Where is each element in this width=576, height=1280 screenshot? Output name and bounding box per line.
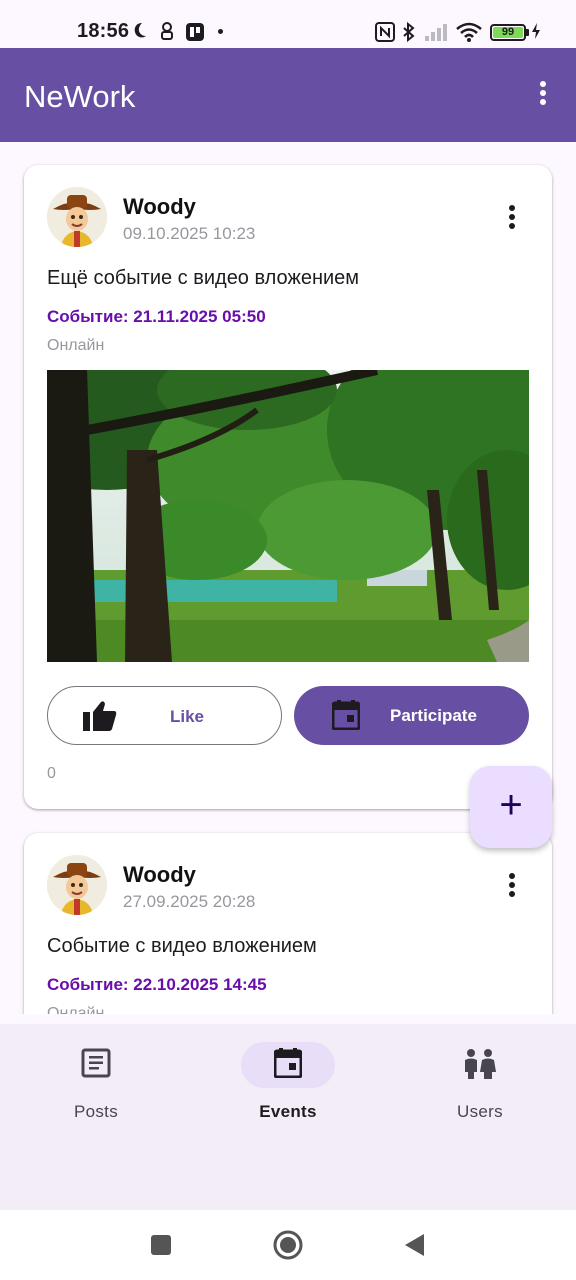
back-icon[interactable] [402,1232,426,1258]
system-navigation-bar [0,1210,576,1280]
charging-icon [532,23,540,39]
video-attachment[interactable] [47,370,529,662]
home-icon[interactable] [272,1229,304,1261]
moon-icon [134,23,146,38]
signal-icon [425,24,447,41]
participate-label: Participate [390,706,477,725]
nav-label: Users [457,1102,503,1121]
people-icon [420,1048,540,1082]
top-app-bar: NeWork [0,48,576,142]
app-title: NeWork [24,79,136,114]
events-feed[interactable]: Woody 09.10.2025 10:23 Ещё событие с вид… [0,142,576,1014]
wifi-icon [456,22,482,42]
participate-button[interactable]: Participate [294,686,529,745]
event-content: Ещё событие с видео вложением [47,267,360,289]
event-content: Событие с видео вложением [47,935,317,957]
more-vert-icon[interactable] [506,205,518,233]
calendar-icon [228,1048,348,1082]
screen: 18:56 99 NeWork Woody 09.10.2025 10:23 Е… [0,0,576,1280]
bluetooth-icon [403,22,415,42]
event-datetime: Событие: 21.11.2025 05:50 [47,307,266,326]
event-datetime: Событие: 22.10.2025 14:45 [47,975,267,994]
nav-item-users[interactable]: Users [420,1042,540,1142]
add-icon: + [499,783,523,827]
nav-label: Posts [73,1102,119,1121]
bottom-navigation: Posts Events Users [0,1024,576,1210]
avatar[interactable] [47,187,107,247]
event-type: Онлайн [47,1005,105,1014]
event-type: Онлайн [47,337,105,354]
battery-indicator: 99 [490,24,526,41]
likes-count: 0 [47,765,56,782]
calendar-icon [332,700,360,730]
status-time: 18:56 [77,20,130,42]
avatar[interactable] [47,855,107,915]
article-icon [36,1048,156,1082]
status-bar: 18:56 99 [0,0,576,48]
more-vert-icon[interactable] [506,873,518,901]
battery-cap [526,29,529,36]
nav-item-posts[interactable]: Posts [36,1042,156,1142]
like-button[interactable]: Like [47,686,282,745]
author-name: Woody [123,862,196,887]
published-date: 27.09.2025 20:28 [123,892,256,911]
add-event-fab[interactable]: + [470,766,552,848]
status-dot [218,29,223,34]
more-vert-icon[interactable] [532,81,554,109]
app-icon [186,23,204,41]
like-label: Like [170,707,205,726]
nav-item-events[interactable]: Events [228,1042,348,1142]
thumb-up-icon [83,701,117,731]
published-date: 09.10.2025 10:23 [123,224,256,243]
author-name: Woody [123,194,196,219]
event-card: Woody 09.10.2025 10:23 Ещё событие с вид… [24,165,552,809]
battery-level: 99 [493,27,523,38]
nfc-icon [375,22,395,42]
notification-icon [161,22,173,40]
nav-label: Events [259,1102,317,1121]
event-card: Woody 27.09.2025 20:28 Событие с видео в… [24,833,552,1014]
recents-icon[interactable] [150,1234,172,1256]
